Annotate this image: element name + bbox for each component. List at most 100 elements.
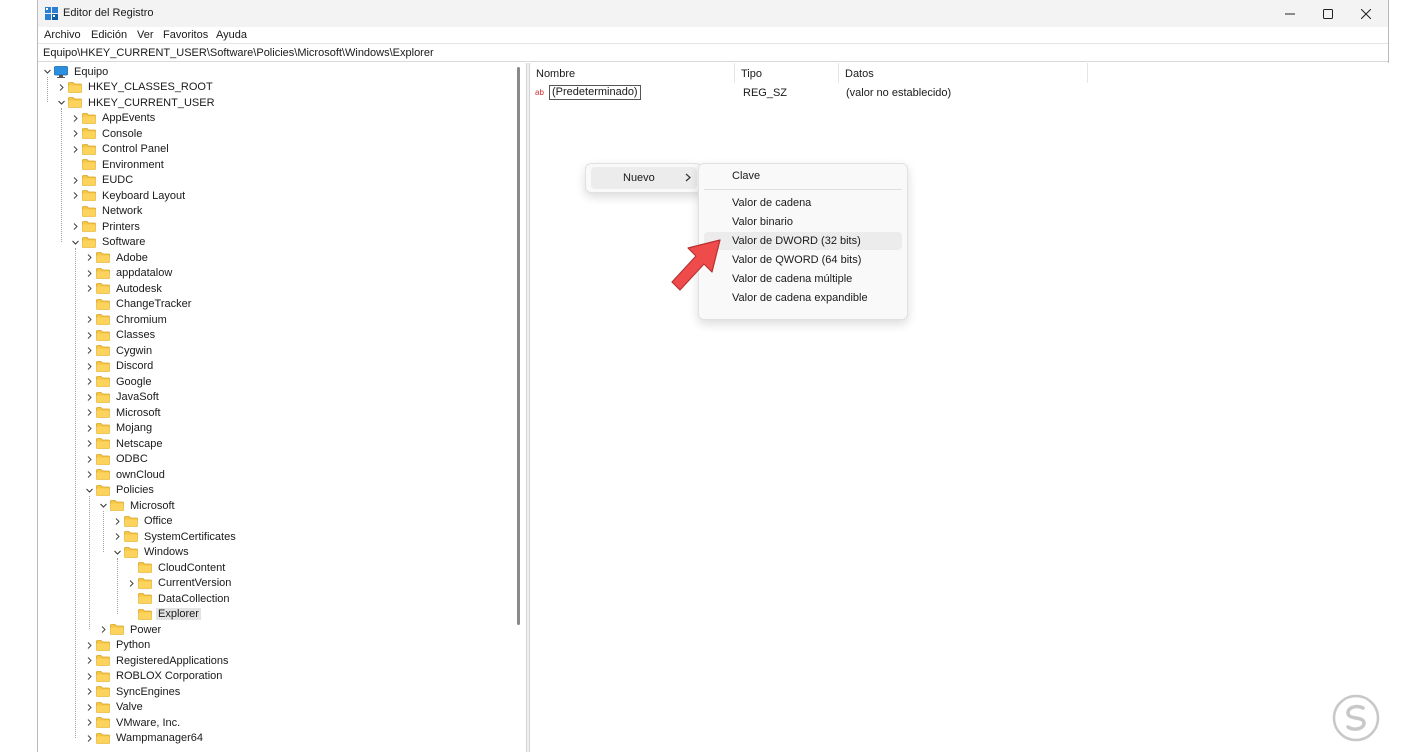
tree-node[interactable]: ROBLOX Corporation [84,669,224,684]
chevron-right-icon[interactable] [56,80,66,95]
submenu-item-valor-qword[interactable]: Valor de QWORD (64 bits) [704,251,902,269]
menu-edicion[interactable]: Edición [91,29,127,41]
tree-scrollbar[interactable] [512,63,526,752]
submenu-item-valor-binario[interactable]: Valor binario [704,213,902,231]
chevron-right-icon[interactable] [70,111,80,126]
tree-node[interactable]: VMware, Inc. [84,715,182,730]
chevron-right-icon[interactable] [84,669,94,684]
tree-node[interactable]: Explorer [126,607,201,622]
tree-node[interactable]: Microsoft [84,405,163,420]
tree-node[interactable]: Keyboard Layout [70,188,187,203]
menu-item-nuevo[interactable]: Nuevo [591,167,697,189]
tree-node[interactable]: CurrentVersion [126,576,233,591]
submenu-item-clave[interactable]: Clave [704,167,902,185]
chevron-right-icon[interactable] [84,421,94,436]
tree-node[interactable]: Discord [84,359,155,374]
tree-node[interactable]: Power [98,622,163,637]
tree-node[interactable]: Printers [70,219,142,234]
chevron-right-icon[interactable] [98,622,108,637]
chevron-right-icon[interactable] [84,390,94,405]
tree-node[interactable]: ChangeTracker [84,297,193,312]
tree-node[interactable]: Office [112,514,175,529]
tree-node[interactable]: Windows [112,545,191,560]
tree-node[interactable]: EUDC [70,173,135,188]
chevron-right-icon[interactable] [70,126,80,141]
tree-node[interactable]: Policies [84,483,156,498]
chevron-right-icon[interactable] [84,359,94,374]
chevron-right-icon[interactable] [70,219,80,234]
submenu-item-valor-dword[interactable]: Valor de DWORD (32 bits) [704,232,902,250]
chevron-right-icon[interactable] [84,638,94,653]
chevron-right-icon[interactable] [112,514,122,529]
value-row[interactable]: ab (Predeterminado) REG_SZ (valor no est… [530,84,1389,101]
chevron-right-icon[interactable] [70,173,80,188]
chevron-right-icon[interactable] [84,731,94,746]
tree-node[interactable]: Chromium [84,312,169,327]
chevron-right-icon[interactable] [84,452,94,467]
chevron-right-icon[interactable] [70,188,80,203]
address-bar[interactable]: Equipo\HKEY_CURRENT_USER\Software\Polici… [38,44,1388,62]
tree-node[interactable]: CloudContent [126,560,227,575]
menu-archivo[interactable]: Archivo [44,29,81,41]
tree-node[interactable]: JavaSoft [84,390,161,405]
tree-node[interactable]: Control Panel [70,142,171,157]
tree-node[interactable]: Valve [84,700,145,715]
tree-node[interactable]: Microsoft [98,498,177,513]
close-button[interactable] [1347,0,1385,27]
chevron-right-icon[interactable] [112,529,122,544]
menu-favoritos[interactable]: Favoritos [163,29,208,41]
chevron-right-icon[interactable] [84,436,94,451]
tree-node[interactable]: Classes [84,328,157,343]
tree-node[interactable]: RegisteredApplications [84,653,231,668]
chevron-right-icon[interactable] [84,266,94,281]
chevron-right-icon[interactable] [84,700,94,715]
tree-node[interactable]: Google [84,374,153,389]
chevron-right-icon[interactable] [84,328,94,343]
tree-node[interactable]: Network [70,204,144,219]
chevron-right-icon[interactable] [84,467,94,482]
chevron-right-icon[interactable] [84,343,94,358]
tree-node[interactable]: HKEY_CURRENT_USER [56,95,217,110]
chevron-right-icon[interactable] [126,576,136,591]
submenu-item-valor-expandible[interactable]: Valor de cadena expandible [704,289,902,307]
tree-node[interactable]: Mojang [84,421,154,436]
column-header-datos[interactable]: Datos [839,63,1088,83]
maximize-button[interactable] [1309,0,1347,27]
submenu-item-valor-multiple[interactable]: Valor de cadena múltiple [704,270,902,288]
chevron-right-icon[interactable] [84,250,94,265]
tree-node[interactable]: ODBC [84,452,150,467]
tree-node[interactable]: Python [84,638,152,653]
tree-scrollbar-thumb[interactable] [517,67,520,625]
tree-node[interactable]: appdatalow [84,266,174,281]
tree-node[interactable]: Netscape [84,436,164,451]
submenu-item-valor-cadena[interactable]: Valor de cadena [704,194,902,212]
chevron-right-icon[interactable] [84,405,94,420]
tree-node[interactable]: Environment [70,157,166,172]
tree-node[interactable]: Cygwin [84,343,154,358]
tree-node[interactable]: Software [70,235,147,250]
chevron-right-icon[interactable] [70,142,80,157]
chevron-right-icon[interactable] [84,653,94,668]
tree-node[interactable]: ownCloud [84,467,167,482]
column-header-nombre[interactable]: Nombre [530,63,735,83]
tree-node[interactable]: SystemCertificates [112,529,238,544]
tree-node[interactable]: AppEvents [70,111,157,126]
tree-node[interactable]: Autodesk [84,281,164,296]
tree-node[interactable]: HKEY_CLASSES_ROOT [56,80,215,95]
column-header-tipo[interactable]: Tipo [735,63,839,83]
chevron-right-icon[interactable] [84,374,94,389]
chevron-right-icon[interactable] [84,281,94,296]
tree-node[interactable]: SyncEngines [84,684,182,699]
tree-node[interactable]: Adobe [84,250,150,265]
tree-node[interactable]: DataCollection [126,591,232,606]
chevron-right-icon[interactable] [84,715,94,730]
chevron-right-icon[interactable] [84,684,94,699]
menu-ayuda[interactable]: Ayuda [216,29,247,41]
tree-node[interactable]: Equipo [42,64,110,79]
minimize-button[interactable] [1271,0,1309,27]
tree-node[interactable]: Console [70,126,144,141]
menu-ver[interactable]: Ver [137,29,154,41]
tree-node[interactable]: Wampmanager64 [84,731,205,746]
chevron-right-icon[interactable] [84,312,94,327]
address-path[interactable]: Equipo\HKEY_CURRENT_USER\Software\Polici… [43,47,434,59]
